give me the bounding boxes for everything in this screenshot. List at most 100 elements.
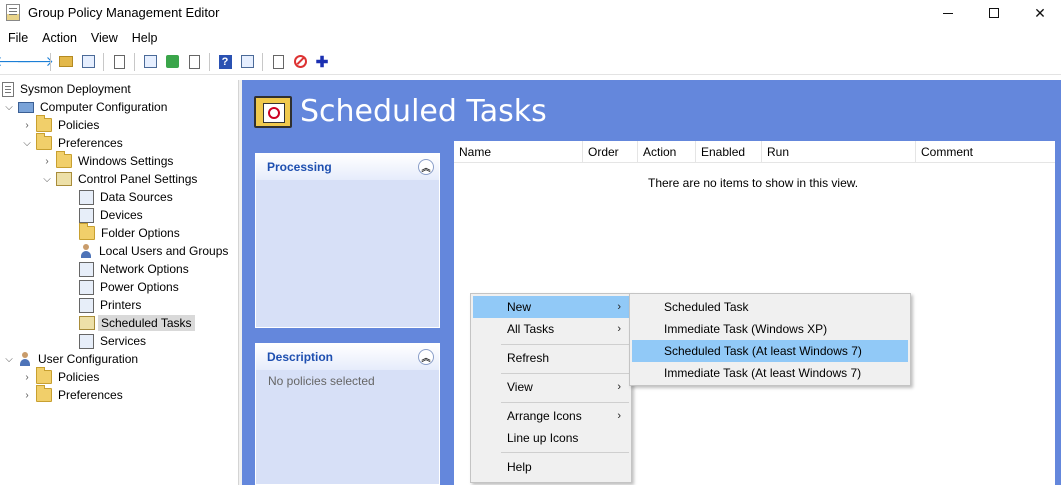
close-button[interactable]: ✕ — [1017, 0, 1061, 26]
chevron-up-icon[interactable]: ︽ — [418, 159, 434, 175]
processing-panel: Processing ︽ — [255, 153, 440, 328]
tree-label: Data Sources — [100, 190, 173, 204]
column-action[interactable]: Action — [638, 141, 696, 163]
tree-label: Preferences — [58, 388, 123, 402]
empty-message: There are no items to show in this view. — [648, 176, 859, 190]
column-run[interactable]: Run — [762, 141, 916, 163]
tree-label: Control Panel Settings — [78, 172, 198, 186]
tree-item-folder-options[interactable]: Folder Options — [79, 223, 183, 242]
menu-item-arrange-icons[interactable]: Arrange Icons › — [473, 405, 629, 427]
column-order[interactable]: Order — [583, 141, 638, 163]
chevron-right-icon: › — [617, 323, 621, 335]
menu-item-label: All Tasks — [507, 322, 555, 336]
network-icon — [79, 261, 94, 277]
tree-item-computer-configuration[interactable]: ⌵ Computer Configuration — [4, 98, 170, 116]
tree-label: Network Options — [100, 262, 189, 276]
chevron-down-icon[interactable]: ⌵ — [4, 102, 14, 113]
show-hide-action-pane-button[interactable] — [237, 52, 257, 72]
maximize-button[interactable] — [971, 0, 1017, 26]
tree-item-devices[interactable]: Devices — [79, 206, 146, 224]
chevron-right-icon[interactable]: › — [22, 372, 32, 383]
chevron-right-icon[interactable]: › — [42, 156, 52, 167]
properties-button[interactable] — [109, 52, 129, 72]
forward-button[interactable]: 🡒 — [16, 52, 54, 72]
add-button[interactable]: ✚ — [312, 52, 332, 72]
print-button[interactable] — [140, 52, 160, 72]
chevron-down-icon[interactable]: ⌵ — [4, 354, 14, 365]
minimize-icon — [943, 12, 953, 14]
chevron-right-icon[interactable]: › — [22, 390, 32, 401]
tree-item-network-options[interactable]: Network Options — [79, 260, 192, 278]
menu-bar: File Action View Help — [0, 27, 1061, 49]
list-header: Name Order Action Enabled Run Comment — [454, 141, 1055, 163]
menu-item-refresh[interactable]: Refresh — [473, 347, 629, 369]
tree-item-power-options[interactable]: Power Options — [79, 278, 182, 296]
description-header: Description ︽ — [256, 344, 439, 370]
show-hide-action-pane-icon — [240, 55, 254, 68]
menu-help[interactable]: Help — [125, 31, 165, 45]
menu-action[interactable]: Action — [35, 31, 84, 45]
printer-icon — [79, 297, 94, 313]
tree-item-windows-settings[interactable]: › Windows Settings — [42, 151, 176, 170]
stop-button[interactable] — [290, 52, 310, 72]
refresh-button[interactable] — [162, 52, 182, 72]
tree-item-data-sources[interactable]: Data Sources — [79, 188, 176, 206]
chevron-right-icon[interactable]: › — [22, 120, 32, 131]
description-text: No policies selected — [268, 374, 375, 388]
folder-icon — [36, 385, 52, 402]
menu-item-label: Help — [507, 460, 532, 474]
menu-item-view[interactable]: View › — [473, 376, 629, 398]
tree-label: Local Users and Groups — [99, 244, 229, 258]
properties-page-button[interactable] — [268, 52, 288, 72]
menu-file[interactable]: File — [0, 31, 35, 45]
properties-page-icon — [272, 54, 284, 69]
export-button[interactable] — [184, 52, 204, 72]
tree-item-policies[interactable]: › Policies — [22, 367, 102, 386]
show-hide-tree-icon — [81, 55, 95, 68]
menu-separator — [501, 373, 629, 374]
tree-item-services[interactable]: Services — [79, 332, 149, 350]
menu-view[interactable]: View — [84, 31, 125, 45]
chevron-down-icon[interactable]: ⌵ — [42, 174, 52, 185]
submenu-item-scheduled-task-win7[interactable]: Scheduled Task (At least Windows 7) — [632, 340, 908, 362]
folder-options-icon — [79, 223, 95, 240]
show-hide-tree-button[interactable] — [78, 52, 98, 72]
menu-item-line-up-icons[interactable]: Line up Icons — [473, 427, 629, 449]
menu-separator — [501, 344, 629, 345]
menu-item-new[interactable]: New › — [473, 296, 629, 318]
chevron-up-icon[interactable]: ︽ — [418, 349, 434, 365]
minimize-button[interactable] — [925, 0, 971, 26]
properties-icon — [113, 54, 125, 69]
tree-label: Scheduled Tasks — [98, 315, 195, 331]
tree-item-scheduled-tasks[interactable]: Scheduled Tasks — [79, 314, 195, 332]
refresh-icon — [165, 55, 179, 68]
submenu-item-immediate-task-win7[interactable]: Immediate Task (At least Windows 7) — [632, 362, 908, 384]
new-submenu: Scheduled Task Immediate Task (Windows X… — [629, 293, 911, 386]
column-enabled[interactable]: Enabled — [696, 141, 762, 163]
chevron-down-icon[interactable]: ⌵ — [22, 138, 32, 149]
tree-item-sysmon-deployment[interactable]: Sysmon Deployment — [2, 80, 134, 98]
tree-item-policies[interactable]: › Policies — [22, 115, 102, 134]
tree-item-preferences[interactable]: ⌵ Preferences — [22, 133, 126, 152]
submenu-item-immediate-task-xp[interactable]: Immediate Task (Windows XP) — [632, 318, 908, 340]
menu-item-all-tasks[interactable]: All Tasks › — [473, 318, 629, 340]
tree-label: Services — [100, 334, 147, 348]
tree-item-printers[interactable]: Printers — [79, 296, 144, 314]
column-name[interactable]: Name — [454, 141, 583, 163]
tree-item-user-configuration[interactable]: ⌵ User Configuration — [4, 350, 141, 368]
menu-item-help[interactable]: Help — [473, 456, 629, 478]
tree-item-preferences[interactable]: › Preferences — [22, 385, 126, 404]
column-comment[interactable]: Comment — [916, 141, 1055, 163]
tree-item-local-users-and-groups[interactable]: Local Users and Groups — [79, 242, 231, 260]
submenu-item-scheduled-task[interactable]: Scheduled Task — [632, 296, 908, 318]
help-icon: ? — [218, 54, 232, 69]
scheduled-tasks-icon — [254, 96, 292, 128]
tree-item-control-panel-settings[interactable]: ⌵ Control Panel Settings — [42, 170, 200, 188]
help-button[interactable]: ? — [215, 52, 235, 72]
folder-icon — [36, 133, 52, 150]
toolbar-separator — [209, 52, 210, 71]
description-title: Description — [267, 350, 334, 364]
title-bar: Group Policy Management Editor ✕ — [0, 0, 1061, 26]
export-icon — [188, 54, 200, 69]
up-folder-button[interactable] — [56, 52, 76, 72]
